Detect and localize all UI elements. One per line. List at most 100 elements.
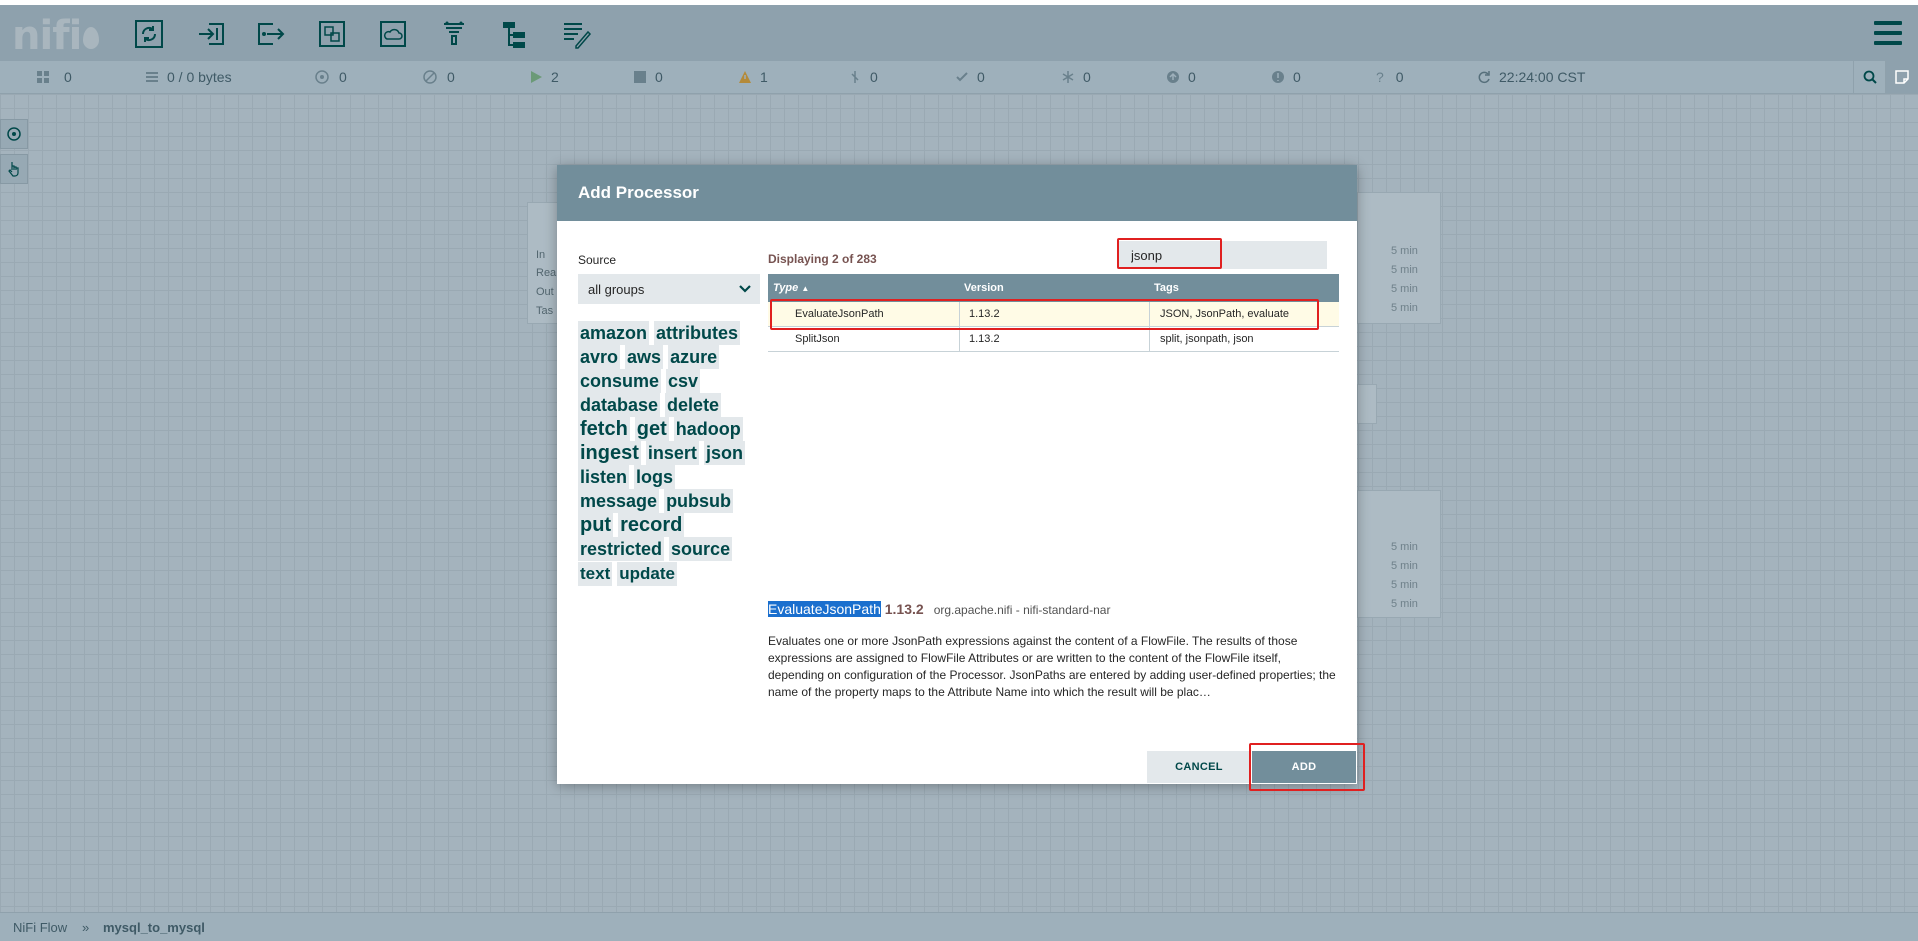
tag-listen[interactable]: listen xyxy=(578,465,630,489)
remote-process-group-icon xyxy=(380,21,406,47)
process-group-button[interactable] xyxy=(313,16,351,52)
bulletin-button[interactable] xyxy=(1885,61,1918,93)
source-label: Source xyxy=(578,253,617,267)
not-transmitting-icon xyxy=(423,70,437,84)
warning-icon xyxy=(739,71,751,83)
column-type[interactable]: Type ▲ xyxy=(773,282,809,294)
tag-avro[interactable]: avro xyxy=(578,345,621,369)
search-button[interactable] xyxy=(1853,61,1886,93)
tag-update[interactable]: update xyxy=(617,562,677,586)
cancel-button[interactable]: CANCEL xyxy=(1147,751,1251,783)
remote-process-group-button[interactable] xyxy=(374,16,412,52)
tag-restricted[interactable]: restricted xyxy=(578,537,665,561)
funnel-button[interactable] xyxy=(435,16,473,52)
processor-button[interactable] xyxy=(130,16,168,52)
table-row[interactable]: SplitJson 1.13.2 split, jsonpath, json xyxy=(768,327,1339,352)
processor-filter-box xyxy=(1117,241,1331,269)
label-button[interactable] xyxy=(557,16,595,52)
breadcrumb-current[interactable]: mysql_to_mysql xyxy=(103,920,205,935)
stat-transmitting-rpg: 0 xyxy=(315,69,347,85)
tag-record[interactable]: record xyxy=(618,513,685,537)
background-connection xyxy=(1357,384,1377,424)
stop-icon xyxy=(634,71,646,83)
row-tags: split, jsonpath, json xyxy=(1160,333,1254,345)
funnel-icon xyxy=(444,21,464,45)
label-icon xyxy=(564,23,592,49)
tag-pubsub[interactable]: pubsub xyxy=(664,489,734,513)
tag-attributes[interactable]: attributes xyxy=(654,321,741,345)
tag-fetch[interactable]: fetch xyxy=(578,417,630,441)
displaying-count: Displaying 2 of 283 xyxy=(768,252,877,266)
tag-insert[interactable]: insert xyxy=(645,441,699,465)
global-menu-button[interactable] xyxy=(1874,21,1902,45)
nifi-logo: nifi xyxy=(12,13,100,59)
process-group-icon xyxy=(319,21,345,47)
nifi-drop-icon xyxy=(83,27,100,49)
navigate-button[interactable] xyxy=(0,119,28,149)
source-select-value: all groups xyxy=(588,282,645,297)
tag-amazon[interactable]: amazon xyxy=(578,321,650,345)
stat-not-transmitting-rpg: 0 xyxy=(423,69,455,85)
row-type: SplitJson xyxy=(795,333,840,345)
play-icon xyxy=(531,71,542,83)
tag-database[interactable]: database xyxy=(578,393,661,417)
tag-message[interactable]: message xyxy=(578,489,660,513)
tag-delete[interactable]: delete xyxy=(665,393,722,417)
search-icon xyxy=(1863,70,1877,84)
input-port-button[interactable] xyxy=(192,16,230,52)
queue-icon xyxy=(146,72,158,82)
add-button[interactable]: ADD xyxy=(1252,751,1356,783)
compass-icon xyxy=(7,127,21,141)
selected-processor-version: 1.13.2 xyxy=(884,601,924,617)
breadcrumb-root[interactable]: NiFi Flow xyxy=(13,920,67,935)
column-tags[interactable]: Tags xyxy=(1154,282,1179,294)
breadcrumb: NiFi Flow » mysql_to_mysql xyxy=(0,912,1918,941)
row-version: 1.13.2 xyxy=(969,333,1000,345)
operate-button[interactable] xyxy=(0,154,28,184)
tag-ingest[interactable]: ingest xyxy=(578,441,641,465)
dialog-header: Add Processor xyxy=(557,165,1357,221)
disabled-icon xyxy=(851,71,859,83)
arrow-circle-up-icon xyxy=(1167,71,1179,83)
tag-hadoop[interactable]: hadoop xyxy=(673,417,743,441)
bullseye-icon xyxy=(315,70,329,84)
row-type: EvaluateJsonPath xyxy=(795,308,884,320)
stat-transmitting: 0 xyxy=(36,69,72,85)
tag-get[interactable]: get xyxy=(634,417,669,441)
tag-consume[interactable]: consume xyxy=(578,369,662,393)
grid-icon xyxy=(37,71,49,83)
stat-locally-modified: 0 xyxy=(1061,69,1091,85)
background-processor-3: 5 min 5 min 5 min 5 min xyxy=(1357,490,1441,618)
status-bar: 0 0 / 0 bytes 0 0 2 0 1 0 0 0 0 0 ? 0 22:… xyxy=(0,61,1918,94)
breadcrumb-separator: » xyxy=(82,920,90,935)
column-version[interactable]: Version xyxy=(964,282,1004,294)
source-group-select[interactable]: all groups xyxy=(578,274,760,304)
processor-type-table: Type ▲ Version Tags EvaluateJsonPath 1.1… xyxy=(768,274,1339,352)
template-button[interactable] xyxy=(496,16,534,52)
table-header: Type ▲ Version Tags xyxy=(768,274,1339,302)
tag-aws[interactable]: aws xyxy=(625,345,664,369)
tag-csv[interactable]: csv xyxy=(666,369,701,393)
tag-logs[interactable]: logs xyxy=(634,465,676,489)
background-processor-1: In Rea Out Tas xyxy=(527,202,559,324)
stat-sync-failure: ? 0 xyxy=(1376,69,1404,85)
stat-stopped: 0 xyxy=(633,69,663,85)
tag-source[interactable]: source xyxy=(669,537,733,561)
header-toolbar: nifi xyxy=(0,5,1918,61)
output-port-button[interactable] xyxy=(252,16,290,52)
row-version: 1.13.2 xyxy=(969,308,1000,320)
stat-queued: 0 / 0 bytes xyxy=(145,69,232,85)
stat-up-to-date: 0 xyxy=(955,69,985,85)
tag-text[interactable]: text xyxy=(578,562,613,586)
processor-filter-input[interactable] xyxy=(1117,241,1331,269)
tag-put[interactable]: put xyxy=(578,513,614,537)
tag-json[interactable]: json xyxy=(703,441,745,465)
table-row[interactable]: EvaluateJsonPath 1.13.2 JSON, JsonPath, … xyxy=(768,302,1339,327)
row-tags: JSON, JsonPath, evaluate xyxy=(1160,308,1290,320)
check-icon xyxy=(956,72,968,82)
selected-processor-description: Evaluates one or more JsonPath expressio… xyxy=(768,634,1336,699)
tag-azure[interactable]: azure xyxy=(668,345,720,369)
stat-last-refresh: 22:24:00 CST xyxy=(1477,69,1585,85)
output-port-icon xyxy=(258,23,285,45)
background-processor-2: 5 min 5 min 5 min 5 min xyxy=(1357,192,1441,324)
